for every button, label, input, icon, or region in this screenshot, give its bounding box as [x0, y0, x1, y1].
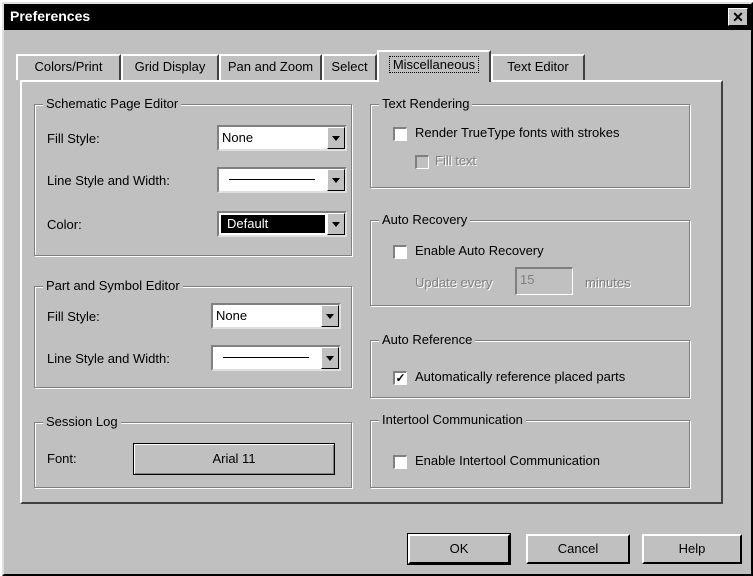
line-style-preview	[223, 357, 309, 358]
update-interval-input[interactable]: 15	[515, 267, 573, 295]
group-title: Session Log	[43, 414, 121, 429]
group-title: Intertool Communication	[379, 412, 526, 427]
session-log-group: Session Log Font: Arial 11	[34, 414, 352, 488]
close-icon[interactable]: ✕	[728, 8, 748, 26]
group-title: Schematic Page Editor	[43, 96, 182, 111]
intertool-label: Enable Intertool Communication	[415, 453, 600, 468]
tab-miscellaneous[interactable]: Miscellaneous	[377, 50, 491, 82]
chevron-down-icon[interactable]	[327, 169, 345, 191]
dialog-title: Preferences	[10, 8, 91, 24]
line-style-preview	[229, 179, 315, 180]
render-truetype-label: Render TrueType fonts with strokes	[415, 125, 620, 140]
minutes-label: minutes	[585, 275, 631, 290]
chevron-down-icon[interactable]	[327, 213, 345, 235]
schematic-page-editor-group: Schematic Page Editor Fill Style: None L…	[34, 96, 352, 256]
cancel-button[interactable]: Cancel	[526, 534, 630, 564]
intertool-checkbox[interactable]	[393, 455, 407, 469]
group-title: Auto Recovery	[379, 212, 471, 227]
tab-label: Text Editor	[507, 59, 569, 74]
tab-label: Miscellaneous	[388, 56, 480, 73]
tab-label: Select	[331, 59, 368, 74]
tab-grid-display[interactable]: Grid Display	[121, 54, 219, 80]
auto-reference-checkbox[interactable]: ✓	[393, 371, 407, 385]
line-style-label: Line Style and Width:	[47, 173, 170, 188]
part-line-style-select[interactable]	[211, 345, 341, 371]
fill-text-checkbox[interactable]	[415, 155, 429, 169]
tab-colors-print[interactable]: Colors/Print	[16, 54, 121, 80]
color-value: Default	[227, 216, 269, 231]
auto-recovery-group: Auto Recovery Enable Auto Recovery Updat…	[370, 212, 690, 306]
fill-style-select[interactable]: None	[217, 125, 347, 151]
fill-style-value: None	[222, 130, 254, 145]
render-truetype-checkbox[interactable]	[393, 127, 407, 141]
group-title: Part and Symbol Editor	[43, 278, 183, 293]
help-button[interactable]: Help	[642, 534, 742, 564]
preferences-dialog: Preferences ✕ Colors/Print Grid Display …	[2, 2, 753, 576]
fill-style-label: Fill Style:	[47, 309, 100, 324]
ok-button[interactable]: OK	[407, 533, 511, 565]
chevron-down-icon[interactable]	[321, 305, 339, 327]
tab-label: Grid Display	[134, 59, 206, 74]
tab-text-editor[interactable]: Text Editor	[491, 54, 585, 80]
enable-auto-recovery-checkbox[interactable]	[393, 245, 407, 259]
line-style-select[interactable]	[217, 167, 347, 193]
part-fill-style-select[interactable]: None	[211, 303, 341, 329]
tab-label: Pan and Zoom	[227, 59, 314, 74]
group-title: Text Rendering	[379, 96, 473, 111]
update-every-label: Update every	[415, 275, 493, 290]
font-button[interactable]: Arial 11	[133, 443, 335, 475]
intertool-communication-group: Intertool Communication Enable Intertool…	[370, 412, 690, 488]
chevron-down-icon[interactable]	[327, 127, 345, 149]
font-label: Font:	[47, 451, 77, 466]
tab-pan-and-zoom[interactable]: Pan and Zoom	[219, 54, 322, 80]
line-style-label: Line Style and Width:	[47, 351, 170, 366]
tab-select[interactable]: Select	[322, 54, 377, 80]
title-bar: Preferences ✕	[4, 4, 751, 30]
color-label: Color:	[47, 217, 82, 232]
group-title: Auto Reference	[379, 332, 476, 347]
fill-style-label: Fill Style:	[47, 131, 100, 146]
auto-reference-label: Automatically reference placed parts	[415, 369, 626, 384]
enable-auto-recovery-label: Enable Auto Recovery	[415, 243, 544, 258]
fill-style-value: None	[216, 308, 248, 323]
part-symbol-editor-group: Part and Symbol Editor Fill Style: None …	[34, 278, 352, 388]
text-rendering-group: Text Rendering Render TrueType fonts wit…	[370, 96, 690, 188]
auto-reference-group: Auto Reference ✓ Automatically reference…	[370, 332, 690, 398]
tab-label: Colors/Print	[34, 59, 103, 74]
fill-text-label: Fill text	[435, 153, 477, 168]
chevron-down-icon[interactable]	[321, 347, 339, 369]
color-select[interactable]: Default	[217, 211, 347, 237]
